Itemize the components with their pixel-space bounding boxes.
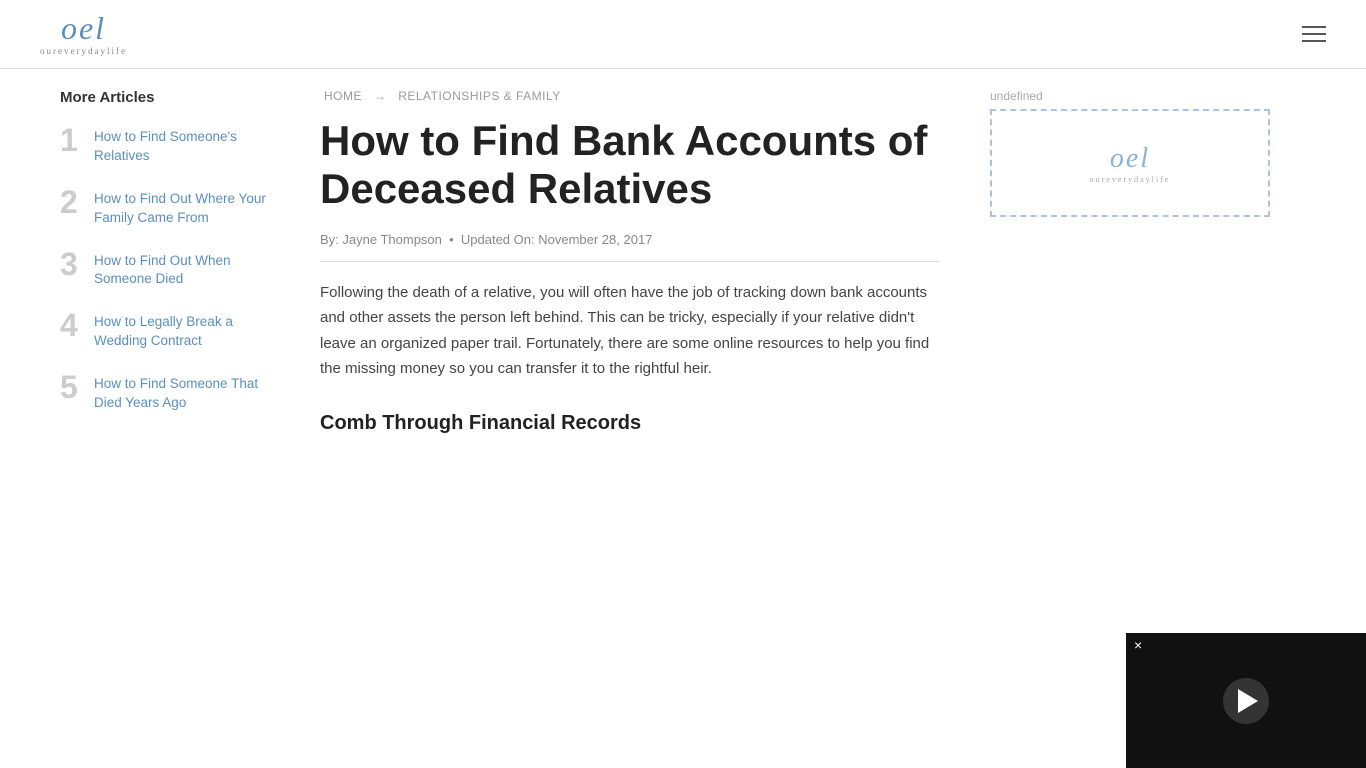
video-play-button[interactable]: [1223, 678, 1269, 724]
hamburger-line-3: [1302, 40, 1326, 42]
ad-logo-sub: oureverydaylife: [1090, 175, 1171, 184]
more-articles-title: More Articles: [60, 89, 280, 106]
article-number: 1: [60, 124, 84, 156]
article-number: 3: [60, 248, 84, 280]
article-number: 4: [60, 309, 84, 341]
article-title: How to Find Bank Accounts of Deceased Re…: [320, 117, 940, 214]
ad-box: oel oureverydaylife: [990, 109, 1270, 217]
article-link[interactable]: How to Find Out When Someone Died: [94, 248, 280, 290]
video-player: ×: [1126, 633, 1366, 768]
article-updated: Updated On: November 28, 2017: [461, 232, 653, 247]
main-content: HOME → RELATIONSHIPS & FAMILY How to Fin…: [300, 69, 980, 455]
hamburger-menu[interactable]: [1302, 26, 1326, 42]
hamburger-line-1: [1302, 26, 1326, 28]
breadcrumb: HOME → RELATIONSHIPS & FAMILY: [320, 89, 940, 103]
video-close-button[interactable]: ×: [1134, 637, 1142, 653]
right-sidebar: undefined oel oureverydaylife: [980, 69, 1290, 455]
list-item: 5 How to Find Someone That Died Years Ag…: [60, 371, 280, 413]
site-header: oel oureverydaylife: [0, 0, 1366, 69]
page-container: More Articles 1 How to Find Someone's Re…: [0, 69, 1366, 455]
article-number: 2: [60, 186, 84, 218]
article-body: Following the death of a relative, you w…: [320, 280, 940, 382]
ad-label: undefined: [990, 89, 1270, 103]
breadcrumb-home[interactable]: HOME: [324, 89, 362, 103]
hamburger-line-2: [1302, 33, 1326, 35]
ad-logo-text: oel: [1110, 143, 1150, 175]
article-meta: By: Jayne Thompson • Updated On: Novembe…: [320, 232, 940, 262]
article-author: By: Jayne Thompson: [320, 232, 442, 247]
list-item: 1 How to Find Someone's Relatives: [60, 124, 280, 166]
article-link[interactable]: How to Find Out Where Your Family Came F…: [94, 186, 280, 228]
list-item: 2 How to Find Out Where Your Family Came…: [60, 186, 280, 228]
sidebar: More Articles 1 How to Find Someone's Re…: [0, 69, 300, 455]
site-logo[interactable]: oel oureverydaylife: [40, 12, 127, 56]
list-item: 4 How to Legally Break a Wedding Contrac…: [60, 309, 280, 351]
list-item: 3 How to Find Out When Someone Died: [60, 248, 280, 290]
article-link[interactable]: How to Legally Break a Wedding Contract: [94, 309, 280, 351]
article-link[interactable]: How to Find Someone's Relatives: [94, 124, 280, 166]
article-link[interactable]: How to Find Someone That Died Years Ago: [94, 371, 280, 413]
article-number: 5: [60, 371, 84, 403]
breadcrumb-section[interactable]: RELATIONSHIPS & FAMILY: [398, 89, 561, 103]
section-heading: Comb Through Financial Records: [320, 412, 940, 435]
article-list: 1 How to Find Someone's Relatives 2 How …: [60, 124, 280, 413]
breadcrumb-arrow: →: [374, 89, 387, 103]
logo-text: oel: [61, 12, 106, 44]
logo-sub: oureverydaylife: [40, 46, 127, 56]
